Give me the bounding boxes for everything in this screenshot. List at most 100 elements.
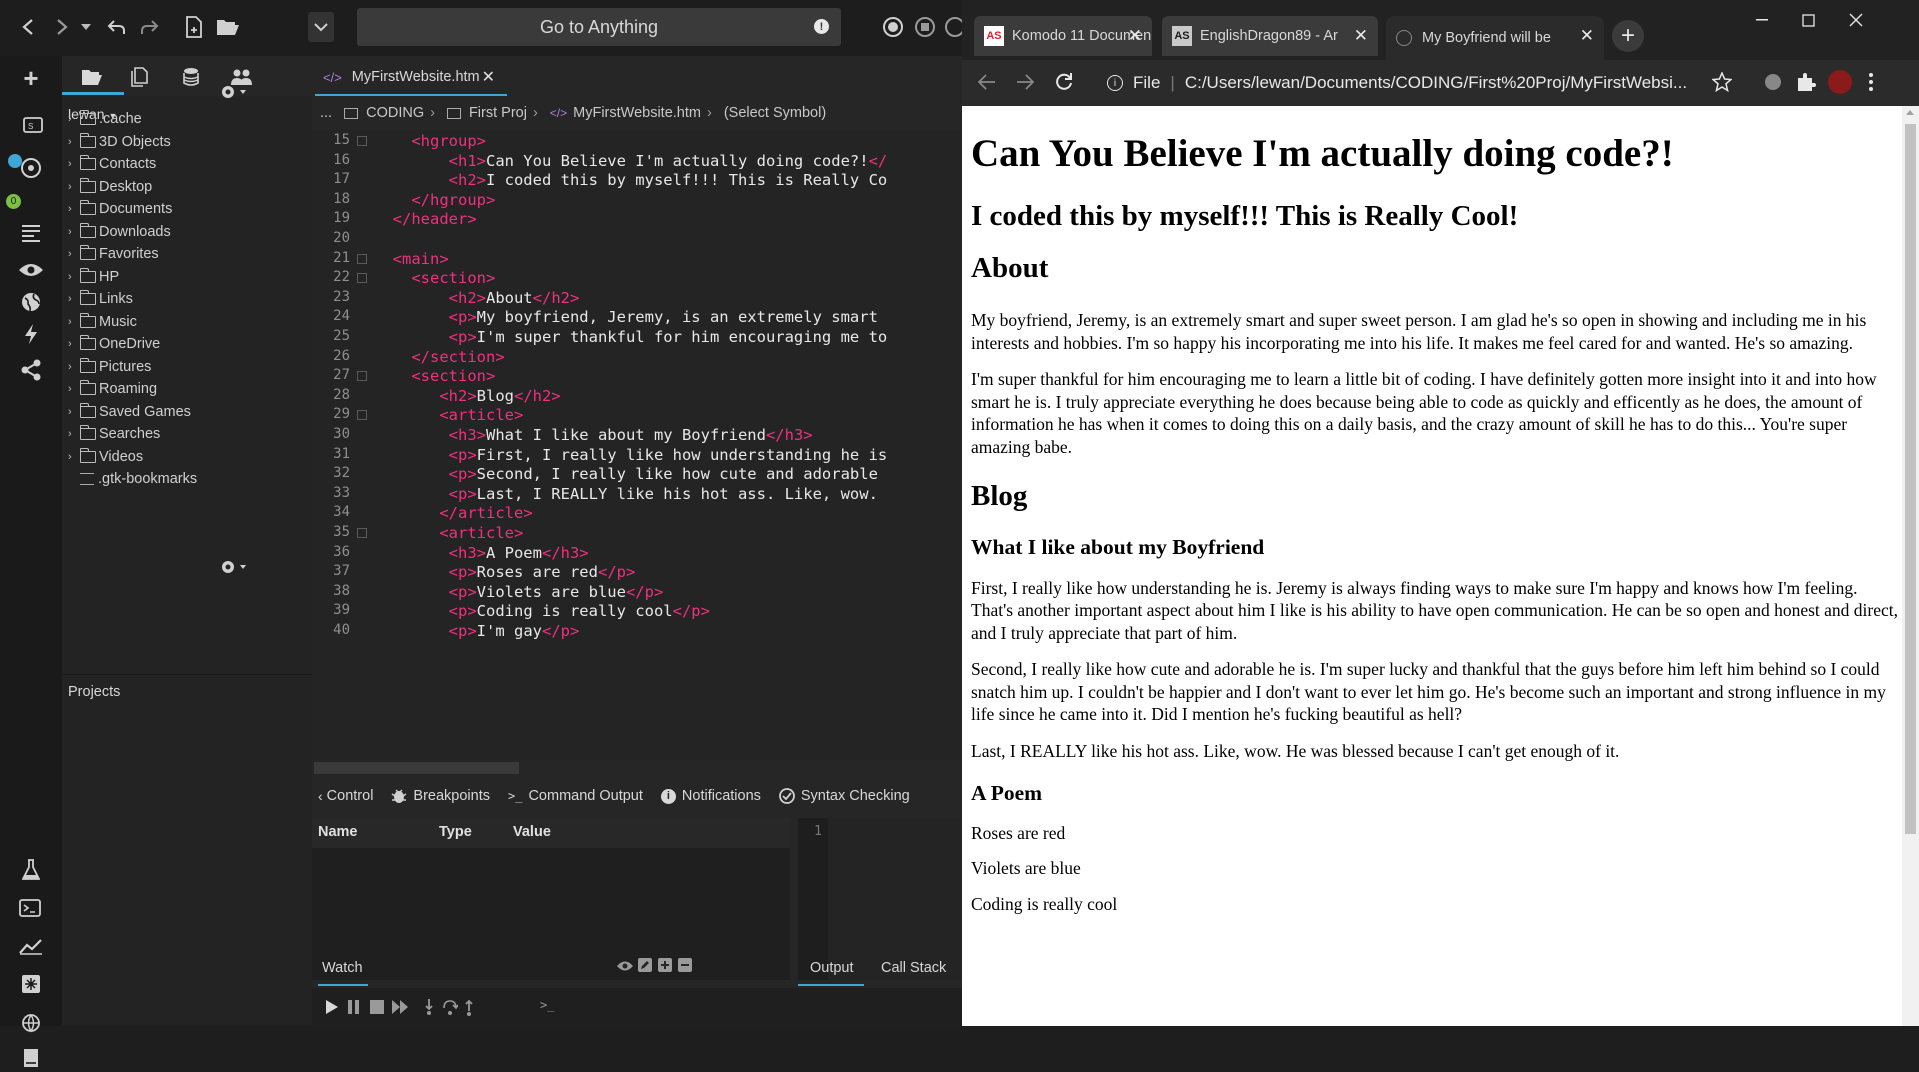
code-line[interactable]: <p>My boyfriend, Jeremy, is an extremely… <box>374 308 887 326</box>
debug-run-to-icon[interactable] <box>392 1000 410 1014</box>
tree-item[interactable]: › .cache <box>68 108 142 130</box>
back-icon[interactable] <box>16 12 40 42</box>
back-icon[interactable] <box>978 74 996 90</box>
database-icon[interactable] <box>177 64 205 90</box>
chevron-right-icon[interactable]: › <box>68 181 80 193</box>
code-line[interactable]: <p>I'm super thankful for him encouragin… <box>374 328 888 346</box>
fold-marker-icon[interactable] <box>357 410 367 421</box>
chevron-right-icon[interactable]: › <box>68 203 80 215</box>
open-folder-icon[interactable] <box>214 12 242 42</box>
outline-icon[interactable] <box>15 219 47 247</box>
debug-step-out-icon[interactable] <box>464 998 474 1016</box>
extension-icon[interactable] <box>1762 72 1784 92</box>
fold-marker-icon[interactable] <box>357 528 367 538</box>
chrome-tab-komodo-docs[interactable]: AS Komodo 11 Documen ✕ <box>974 16 1152 56</box>
chevron-right-icon[interactable]: › <box>68 113 80 125</box>
editor-tab-myfirstwebsite[interactable]: </> MyFirstWebsite.htm ✕ <box>315 60 507 96</box>
tree-item[interactable]: › Videos <box>68 446 143 468</box>
debug-step-over-icon[interactable] <box>442 998 458 1016</box>
record-macro-icon[interactable] <box>880 12 906 42</box>
breadcrumb-item[interactable]: ... <box>320 105 332 121</box>
minimize-icon[interactable] <box>1742 8 1782 32</box>
output-tab[interactable]: Output <box>810 960 854 976</box>
code-line[interactable]: <h1>Can You Believe I'm actually doing c… <box>374 152 888 170</box>
tree-item[interactable]: › Pictures <box>68 356 151 378</box>
code-editor[interactable]: 15 <hgroup> 16 <h1>Can You Believe I'm ac… <box>312 130 962 760</box>
scroll-up-arrow-icon[interactable] <box>1906 110 1914 115</box>
stats-chart-icon[interactable] <box>15 932 47 960</box>
redo-icon[interactable] <box>138 12 162 42</box>
chevron-right-icon[interactable]: › <box>68 248 80 260</box>
chevron-right-icon[interactable]: › <box>68 316 80 328</box>
open-files-icon[interactable] <box>126 64 154 90</box>
debug-console-icon[interactable]: >_ <box>540 998 554 1012</box>
code-line[interactable]: </hgroup> <box>374 191 495 209</box>
tree-item[interactable]: › HP <box>68 266 119 288</box>
tree-item[interactable]: › Links <box>68 288 133 310</box>
close-tab-icon[interactable]: ✕ <box>1354 26 1368 46</box>
breadcrumb-item[interactable]: MyFirstWebsite.htm <box>573 105 701 121</box>
code-line[interactable]: <h2>Blog</h2> <box>374 387 560 405</box>
places-gear-icon[interactable] <box>220 84 250 102</box>
reload-icon[interactable] <box>1054 72 1074 92</box>
chevron-right-icon[interactable]: › <box>68 451 80 463</box>
code-line[interactable]: <article> <box>374 524 523 542</box>
debug-step-in-icon[interactable] <box>424 998 434 1016</box>
docs-book-icon[interactable] <box>15 1044 47 1072</box>
chevron-right-icon[interactable]: › <box>68 158 80 170</box>
code-line[interactable]: <p>Second, I really like how cute and ad… <box>374 465 887 483</box>
chevron-right-icon[interactable]: › <box>68 383 80 395</box>
lightning-icon[interactable] <box>15 320 47 348</box>
code-line[interactable]: <article> <box>374 406 523 424</box>
close-window-icon[interactable] <box>1836 8 1876 32</box>
chrome-tab-englishdragon[interactable]: AS EnglishDragon89 - Ar ✕ <box>1162 16 1378 56</box>
tab-command-output[interactable]: >_ Command Output <box>508 788 643 804</box>
code-line[interactable]: <main> <box>374 250 449 268</box>
history-dropdown-icon[interactable] <box>76 12 96 42</box>
chevron-right-icon[interactable]: › <box>68 271 80 283</box>
tree-item[interactable]: .gtk-bookmarks <box>68 468 197 490</box>
fold-marker-icon[interactable] <box>357 273 367 284</box>
code-line[interactable]: </header> <box>374 210 477 228</box>
col-name[interactable]: Name <box>318 824 358 840</box>
tree-item[interactable]: › Desktop <box>68 176 152 198</box>
stop-macro-icon[interactable] <box>912 12 938 42</box>
tab-breakpoints[interactable]: Breakpoints <box>391 788 490 804</box>
watch-remove-icon[interactable] <box>678 958 692 972</box>
col-type[interactable]: Type <box>439 824 472 840</box>
tab-notifications[interactable]: i Notifications <box>660 788 761 804</box>
code-line[interactable]: <p>First, I really like how understandin… <box>374 446 888 464</box>
tree-item[interactable]: › 3D Objects <box>68 131 171 153</box>
code-line[interactable]: <p>Last, I REALLY like his hot ass. Like… <box>374 485 887 503</box>
fold-marker-icon[interactable] <box>357 136 367 146</box>
debug-play-icon[interactable] <box>326 1000 338 1014</box>
horizontal-scrollbar[interactable] <box>314 762 519 774</box>
watch-view-icon[interactable] <box>616 960 634 972</box>
col-value[interactable]: Value <box>513 824 551 840</box>
new-tab-button[interactable]: + <box>1612 20 1644 52</box>
code-line[interactable]: <p>Violets are blue</p> <box>374 583 664 601</box>
web-globe-icon[interactable] <box>15 1009 47 1037</box>
close-tab-icon[interactable]: ✕ <box>482 67 495 87</box>
tree-item[interactable]: › Contacts <box>68 153 156 175</box>
close-tab-icon[interactable]: ✕ <box>1580 26 1594 46</box>
git-icon[interactable] <box>15 154 47 182</box>
code-line[interactable]: <h2>I coded this by myself!!! This is Re… <box>374 171 888 189</box>
tree-item[interactable]: › Roaming <box>68 378 157 400</box>
preview-eye-icon[interactable] <box>15 256 47 284</box>
maximize-icon[interactable] <box>1788 8 1828 32</box>
tree-item[interactable]: › Music <box>68 311 137 333</box>
slack-share-icon[interactable]: S <box>15 112 47 140</box>
code-line[interactable]: </section> <box>374 348 504 366</box>
terminal-icon[interactable] <box>15 894 47 922</box>
chrome-menu-icon[interactable] <box>1868 72 1874 92</box>
page-vertical-scrollbar[interactable] <box>1902 106 1919 1026</box>
code-line[interactable]: <h2>About</h2> <box>374 289 580 307</box>
bookmark-star-icon[interactable] <box>1712 72 1732 92</box>
undo-icon[interactable] <box>104 12 128 42</box>
tree-item[interactable]: › Favorites <box>68 243 159 265</box>
fold-marker-icon[interactable] <box>357 253 367 264</box>
extensions-puzzle-icon[interactable] <box>1796 72 1816 92</box>
chevron-right-icon[interactable]: › <box>68 293 80 305</box>
fold-marker-icon[interactable] <box>357 371 367 382</box>
